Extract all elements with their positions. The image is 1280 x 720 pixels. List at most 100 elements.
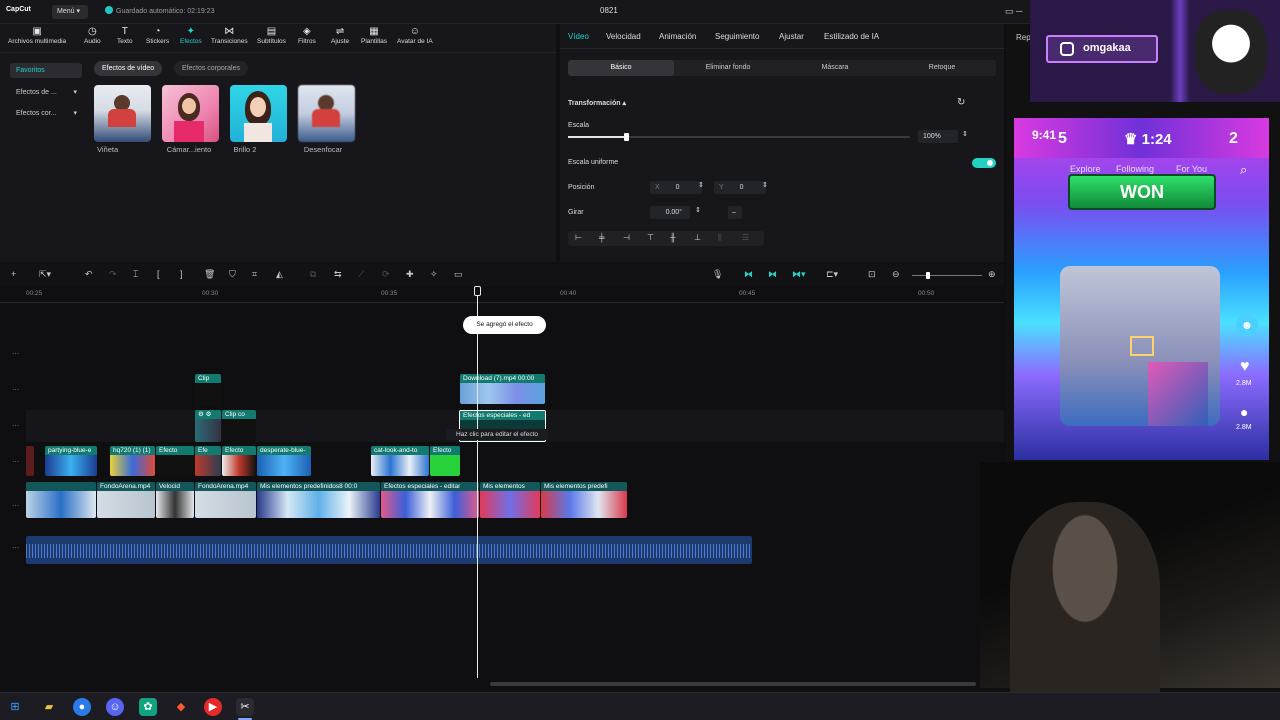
tab-animation[interactable]: Animación xyxy=(659,32,696,41)
clip-my-elements[interactable]: Mis elementos xyxy=(480,482,540,518)
auto-snap-icon[interactable]: ⧓ xyxy=(768,269,777,280)
playhead-handle[interactable] xyxy=(474,286,481,296)
clip[interactable]: Efecto xyxy=(222,446,256,476)
youtube-icon[interactable]: ▶ xyxy=(204,698,222,716)
sidebar-item-body-effects[interactable]: Efectos cor... ▾ xyxy=(10,106,82,121)
freeze-icon[interactable]: ⧉ xyxy=(310,269,316,280)
track-handle[interactable]: ⋯ xyxy=(12,502,19,510)
tool-media[interactable]: ▣ Archivos multimedia xyxy=(8,26,66,45)
mirror-icon[interactable]: ⟋ xyxy=(358,269,364,280)
layout-icon[interactable]: ▭ ─ xyxy=(1005,6,1022,17)
tab-video[interactable]: Vídeo xyxy=(568,32,589,41)
tab-ai-style[interactable]: Estilizado de IA xyxy=(824,32,879,41)
stepper-icon[interactable]: ⇕ xyxy=(762,181,768,189)
clip-my-elements-preset[interactable]: Mis elementos predefi xyxy=(541,482,627,518)
reset-icon[interactable]: ↻ xyxy=(957,97,965,108)
tool-effects[interactable]: ✦ Efectos xyxy=(180,26,202,45)
zoom-slider-handle[interactable] xyxy=(926,272,930,279)
clip[interactable]: Efe xyxy=(195,446,221,476)
scale-input[interactable]: 100% xyxy=(918,130,958,143)
tool-adjust[interactable]: ⇌ Ajuste xyxy=(331,26,349,45)
chatgpt-icon[interactable]: ✿ xyxy=(139,698,157,716)
redo-icon[interactable]: ↷ xyxy=(109,269,117,280)
person-effect-icon[interactable]: ✚ xyxy=(406,269,414,280)
tab-video-effects[interactable]: Efectos de vídeo xyxy=(94,61,163,76)
clip[interactable]: ⚙ ⚙ xyxy=(195,410,221,442)
file-explorer-icon[interactable]: ▰ xyxy=(40,698,58,716)
clip-presets[interactable]: Mis elementos predefinidos8 00:0 xyxy=(257,482,380,518)
sidebar-item-favorites[interactable]: Favoritos xyxy=(10,63,82,78)
split-right-icon[interactable]: ] xyxy=(180,269,183,279)
clip-speed[interactable]: Velocid xyxy=(156,482,194,518)
clip[interactable]: Clip xyxy=(195,374,221,406)
section-transform[interactable]: Transformación ▴ xyxy=(568,99,626,107)
clip[interactable]: Clip co xyxy=(222,410,256,442)
clip-main[interactable] xyxy=(26,482,96,518)
scale-slider-handle[interactable] xyxy=(624,133,630,141)
timeline[interactable]: 00:25 00:30 00:35 00:40 00:45 00:50 ⋯ ⋯ … xyxy=(0,286,1004,688)
effect-thumb-vignette[interactable] xyxy=(94,85,151,142)
clip-cat[interactable]: cat-look-and-to xyxy=(371,446,429,476)
stepper-icon[interactable]: ⇕ xyxy=(695,206,701,214)
clip-partying[interactable]: partying-blue-e xyxy=(45,446,97,476)
sidebar-item-video-effects[interactable]: Efectos de ... ▾ xyxy=(10,85,82,100)
clip-desperate[interactable]: desperate-blue- xyxy=(257,446,311,476)
discord-icon[interactable]: ☺ xyxy=(106,698,124,716)
track-handle[interactable]: ⋯ xyxy=(12,544,19,552)
clip[interactable]: Efecto xyxy=(156,446,194,476)
microphone-icon[interactable]: 🎙 xyxy=(712,269,723,280)
captions-icon[interactable]: ▭ xyxy=(454,269,463,280)
shield-icon[interactable]: ⛉ xyxy=(229,269,236,280)
split-icon[interactable]: ⌶ xyxy=(133,269,138,280)
tool-stickers[interactable]: ◔ Stickers xyxy=(146,26,169,45)
reverse-icon[interactable]: ⇆ xyxy=(334,269,342,280)
tab-adjust[interactable]: Ajustar xyxy=(779,32,804,41)
clip-download[interactable]: Download (7).mp4 00:00 xyxy=(460,374,545,404)
split-left-icon[interactable]: [ xyxy=(157,269,160,279)
align-bottom-icon[interactable]: ⊥ xyxy=(694,233,701,242)
clip[interactable] xyxy=(26,446,34,476)
track-handle[interactable]: ⋯ xyxy=(12,422,19,430)
chrome-icon[interactable]: ● xyxy=(73,698,91,716)
effect-thumb-blur[interactable] xyxy=(298,85,355,142)
capcut-icon[interactable]: ✂ xyxy=(236,698,254,716)
rotate-flip-button[interactable]: – xyxy=(728,206,742,219)
align-top-icon[interactable]: ⊤ xyxy=(647,233,654,242)
auto-reframe-icon[interactable]: ◭ xyxy=(276,269,283,280)
main-track-magnet-icon[interactable]: ⧓ xyxy=(744,269,753,280)
timeline-scrollbar[interactable] xyxy=(490,682,976,686)
clip-special-effects[interactable]: Efectos especiales - editar xyxy=(381,482,479,518)
tab-tracking[interactable]: Seguimiento xyxy=(715,32,759,41)
add-track-icon[interactable]: + xyxy=(11,269,16,279)
link-icon[interactable]: ⧓▾ xyxy=(792,269,806,280)
windows-start-icon[interactable]: ⊞ xyxy=(6,698,24,716)
select-tool-icon[interactable]: ⇱▾ xyxy=(39,269,51,280)
track-handle[interactable]: ⋯ xyxy=(12,350,19,358)
magic-icon[interactable]: ✧ xyxy=(430,269,438,280)
subtab-retouch[interactable]: Retoque xyxy=(889,60,995,76)
stepper-icon[interactable]: ⇕ xyxy=(962,130,968,138)
track-handle[interactable]: ⋯ xyxy=(12,458,19,466)
position-x-input[interactable]: X0 xyxy=(650,181,702,194)
rotate-input[interactable]: 0.00° xyxy=(650,206,690,219)
zoom-in-icon[interactable]: ⊕ xyxy=(988,269,996,280)
stepper-icon[interactable]: ⇕ xyxy=(698,181,704,189)
zoom-slider[interactable] xyxy=(912,272,982,279)
playhead[interactable] xyxy=(477,286,478,678)
uniform-scale-toggle[interactable] xyxy=(972,158,996,168)
effect-thumb-camera[interactable] xyxy=(162,85,219,142)
rotate-icon[interactable]: ⟳ xyxy=(382,269,390,280)
effect-thumb-brightness[interactable] xyxy=(230,85,287,142)
fit-icon[interactable]: ⊡ xyxy=(868,269,876,280)
crop-icon[interactable]: ⌗ xyxy=(252,269,257,280)
subtab-basic[interactable]: Básico xyxy=(568,60,674,76)
align-center-v-icon[interactable]: ╫ xyxy=(670,233,676,242)
preview-axis-icon[interactable]: ⊏▾ xyxy=(826,269,838,280)
clip-fondoarena[interactable]: FondoArena.mp4 xyxy=(97,482,155,518)
tool-templates[interactable]: ▦ Plantillas xyxy=(361,26,387,45)
align-center-h-icon[interactable]: ╪ xyxy=(599,233,605,242)
zoom-out-icon[interactable]: ⊖ xyxy=(892,269,900,280)
position-y-input[interactable]: Y0 xyxy=(714,181,766,194)
clip-fondoarena[interactable]: FondoArena.mp4 xyxy=(195,482,256,518)
distribute-v-icon[interactable]: ☰ xyxy=(742,233,749,242)
